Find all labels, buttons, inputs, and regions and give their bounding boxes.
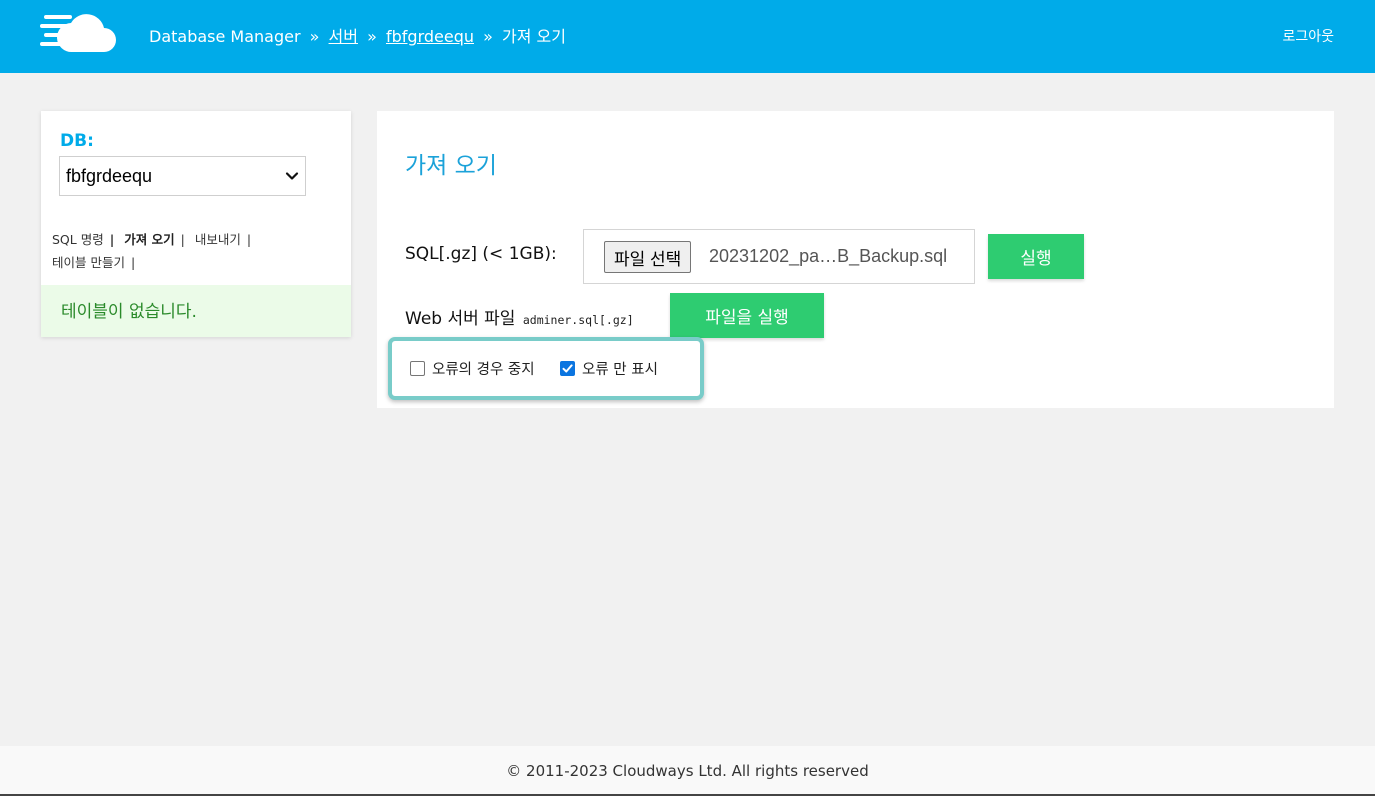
run-file-button[interactable]: 파일을 실행 <box>670 293 824 338</box>
web-server-file-label: Web 서버 파일 adminer.sql[.gz] <box>405 304 634 329</box>
sql-upload-label: SQL[.gz] (< 1GB): <box>405 244 557 264</box>
sidebar: DB: fbfgrdeequ SQL 명령 | 가져 오기 | 내보내기 | 테이블 … <box>41 111 351 337</box>
export-link[interactable]: 내보내기 <box>195 232 241 247</box>
link-separator: | <box>246 232 252 247</box>
sql-command-link[interactable]: SQL 명령 <box>52 232 104 247</box>
logout-link[interactable]: 로그아웃 <box>1282 26 1334 46</box>
breadcrumb-root: Database Manager <box>149 27 301 46</box>
cloud-logo-icon[interactable] <box>38 12 118 54</box>
web-server-file-text: Web 서버 파일 <box>405 309 516 329</box>
import-panel: 가져 오기 SQL[.gz] (< 1GB): 파일 선택 20231202_p… <box>377 111 1334 408</box>
page-title: 가져 오기 <box>405 153 497 179</box>
choose-file-button[interactable]: 파일 선택 <box>604 241 692 273</box>
db-label: DB: <box>60 131 94 151</box>
file-input[interactable]: 파일 선택 20231202_pa…B_Backup.sql <box>583 229 975 284</box>
link-separator: | <box>180 232 185 247</box>
breadcrumb-database-link[interactable]: fbfgrdeequ <box>386 27 474 46</box>
checkmark-icon <box>562 364 573 373</box>
import-options: 오류의 경우 중지 오류 만 표시 <box>388 337 704 400</box>
errors-only-label: 오류 만 표시 <box>582 362 658 378</box>
breadcrumb-separator: » <box>309 27 320 46</box>
web-server-file-name: adminer.sql[.gz] <box>522 313 634 327</box>
breadcrumb-current: 가져 오기 <box>501 27 566 46</box>
link-separator: | <box>109 232 115 247</box>
db-select[interactable]: fbfgrdeequ <box>59 156 306 196</box>
breadcrumb-separator: » <box>367 27 377 46</box>
stop-on-error-option[interactable]: 오류의 경우 중지 <box>410 358 535 379</box>
breadcrumb: Database Manager » 서버 » fbfgrdeequ » 가져 … <box>149 26 566 48</box>
link-separator: | <box>130 255 136 270</box>
selected-file-name: 20231202_pa…B_Backup.sql <box>709 246 948 266</box>
top-header: Database Manager » 서버 » fbfgrdeequ » 가져 … <box>0 0 1375 73</box>
copyright-text: © 2011-2023 Cloudways Ltd. All rights re… <box>506 762 869 780</box>
sidebar-links: SQL 명령 | 가져 오기 | 내보내기 | 테이블 만들기 | <box>52 228 342 274</box>
errors-only-option[interactable]: 오류 만 표시 <box>560 358 658 379</box>
breadcrumb-server-link[interactable]: 서버 <box>329 27 358 46</box>
execute-button[interactable]: 실행 <box>988 234 1084 279</box>
import-link[interactable]: 가져 오기 <box>124 232 174 247</box>
db-select-value: fbfgrdeequ <box>66 165 153 186</box>
no-tables-message: 테이블이 없습니다. <box>41 285 351 337</box>
create-table-link[interactable]: 테이블 만들기 <box>52 255 125 270</box>
stop-on-error-checkbox[interactable] <box>410 361 425 376</box>
stop-on-error-label: 오류의 경우 중지 <box>432 362 535 378</box>
footer: © 2011-2023 Cloudways Ltd. All rights re… <box>0 746 1375 796</box>
chevron-down-icon <box>285 172 299 180</box>
breadcrumb-separator: » <box>483 27 493 46</box>
errors-only-checkbox[interactable] <box>560 361 575 376</box>
